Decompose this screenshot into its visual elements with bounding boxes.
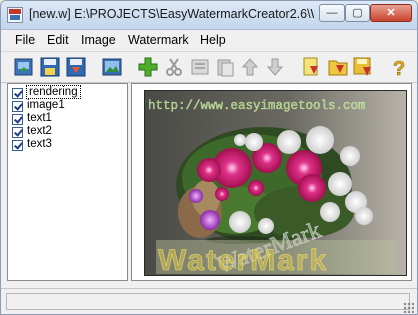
cut-button[interactable] [163,56,185,78]
save-as-button[interactable] [65,56,87,78]
status-panel [6,293,410,310]
resize-grip-icon[interactable] [403,302,414,313]
watermark-save-icon [353,57,371,76]
open-button[interactable] [13,56,35,78]
layer-checkbox[interactable] [12,127,23,138]
app-window: [new.w] E:\PROJECTS\EasyWatermarkCreator… [0,0,418,315]
close-button[interactable]: ✕ [370,4,412,22]
save-button[interactable] [39,56,61,78]
help-icon: ? [393,58,406,78]
move-down-button[interactable] [264,56,286,78]
minimize-button[interactable]: — [319,4,345,22]
maximize-button[interactable]: ▢ [345,4,370,22]
layer-label: text2 [27,125,52,137]
add-button[interactable] [137,56,159,78]
url-watermark-text: http://www.easyimagetools.com [148,99,366,113]
watermark-file-icon [303,57,318,76]
menu-edit[interactable]: Edit [47,33,69,47]
image-button[interactable] [101,56,123,78]
cut-icon [166,58,182,76]
layer-checkbox[interactable] [12,88,23,99]
watermark-save-button[interactable] [352,56,374,78]
layers-list[interactable]: rendering image1 text1 text2 text3 [7,83,128,281]
svg-text:?: ? [393,58,405,78]
watermark-folder-button[interactable] [327,56,349,78]
watermark-file-button[interactable] [301,56,323,78]
preview-canvas[interactable]: http://www.easyimagetools.com WaterMark … [131,83,412,281]
image-icon [102,58,122,76]
menu-image[interactable]: Image [81,33,116,47]
toolbar: ? [1,51,417,83]
layer-checkbox[interactable] [12,114,23,125]
layer-label: text1 [27,112,52,124]
bottom-watermark-text: WaterMark [158,244,328,276]
watermark-folder-icon [328,60,348,76]
layer-checkbox[interactable] [12,101,23,112]
layer-checkbox[interactable] [12,140,23,151]
open-icon [14,58,33,76]
paste-icon [217,59,234,77]
menu-help[interactable]: Help [200,33,226,47]
layer-label: text3 [27,138,52,150]
paste-button[interactable] [214,56,236,78]
menu-watermark[interactable]: Watermark [128,33,189,47]
menu-bar: File Edit Image Watermark Help [1,30,417,50]
watermark-preview-image[interactable]: http://www.easyimagetools.com WaterMark … [144,90,407,276]
add-icon [138,57,158,77]
status-bar [1,288,417,314]
save-as-icon [66,57,86,77]
layer-label: rendering [26,85,81,99]
help-button[interactable]: ? [388,56,410,78]
layer-label: image1 [27,99,65,111]
title-bar[interactable]: [new.w] E:\PROJECTS\EasyWatermarkCreator… [1,1,417,30]
window-title: [new.w] E:\PROJECTS\EasyWatermarkCreator… [29,7,314,21]
move-down-icon [266,58,284,76]
save-icon [40,57,60,77]
copy-button[interactable] [189,56,211,78]
app-icon[interactable] [7,7,23,23]
move-up-icon [241,58,259,76]
copy-icon [191,59,209,75]
menu-file[interactable]: File [15,33,35,47]
move-up-button[interactable] [239,56,261,78]
